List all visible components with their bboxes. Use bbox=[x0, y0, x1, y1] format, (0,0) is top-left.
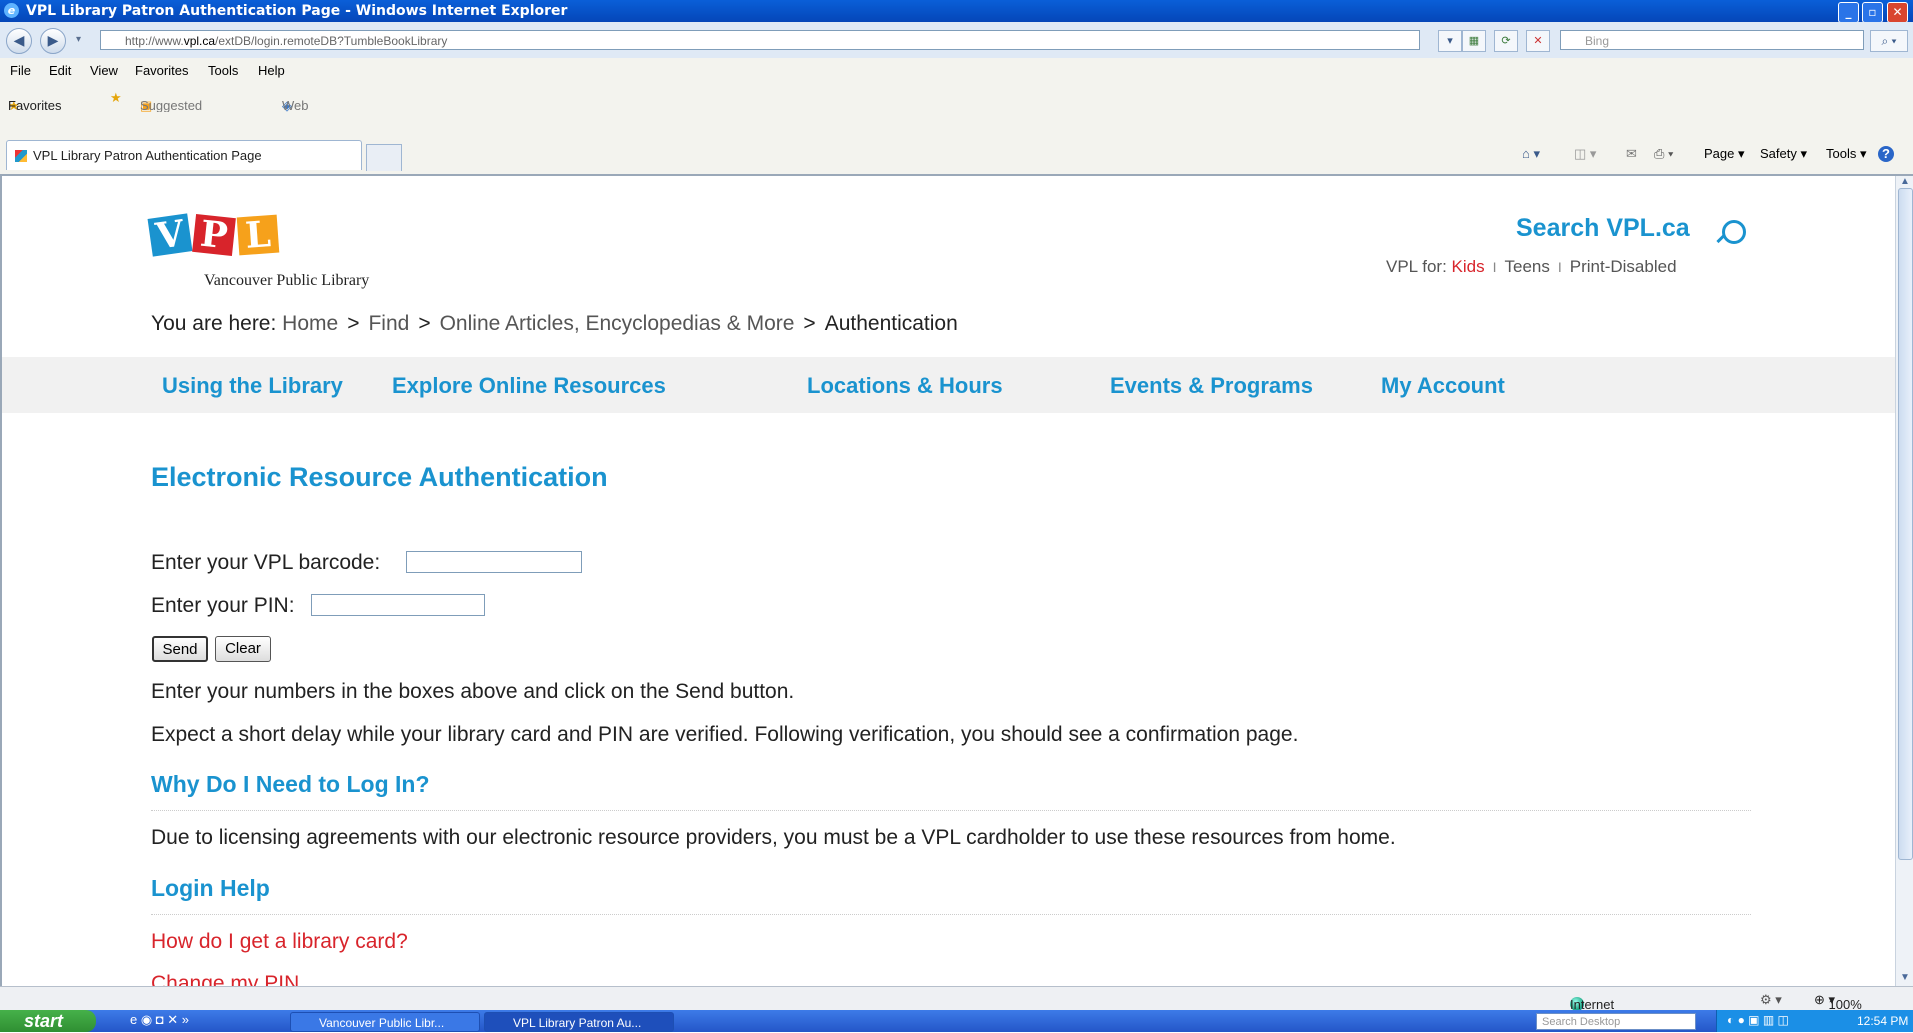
divider bbox=[151, 810, 1751, 811]
nav-events-programs[interactable]: Events & Programs bbox=[1110, 373, 1313, 399]
address-dropdown-button[interactable]: ▾ bbox=[1438, 30, 1462, 52]
windows-taskbar: start e ◉ ◘ ✕ » Vancouver Public Libr...… bbox=[0, 1010, 1913, 1032]
nav-using-the-library[interactable]: Using the Library bbox=[162, 373, 343, 399]
instruction-text-2: Expect a short delay while your library … bbox=[151, 723, 1299, 746]
vpl-for-links: VPL for: Kids I Teens I Print-Disabled bbox=[1386, 257, 1677, 277]
separator: I bbox=[1492, 259, 1497, 275]
breadcrumb: You are here: Home > Find > Online Articles,… bbox=[151, 312, 958, 336]
why-login-heading: Why Do I Need to Log In? bbox=[151, 771, 430, 797]
window-titlebar: e VPL Library Patron Authentication Page… bbox=[0, 0, 1913, 23]
taskbar-item-vancouver-public-library[interactable]: Vancouver Public Libr... bbox=[290, 1012, 480, 1032]
vpl-for-label: VPL for: bbox=[1386, 257, 1447, 276]
address-input[interactable]: http://www.vpl.ca/extDB/login.remoteDB?T… bbox=[100, 30, 1420, 50]
send-button[interactable]: Send bbox=[152, 636, 208, 662]
back-button[interactable]: ◀ bbox=[6, 28, 32, 54]
menu-edit[interactable]: Edit bbox=[49, 63, 71, 78]
page-menu[interactable]: Page ▾ bbox=[1704, 146, 1745, 162]
menu-bar: File Edit View Favorites Tools Help bbox=[0, 58, 1913, 83]
minimize-button[interactable]: _ bbox=[1838, 2, 1859, 23]
main-nav: Using the Library Explore Online Resourc… bbox=[2, 357, 1895, 413]
ie-logo-icon: e bbox=[4, 3, 19, 18]
barcode-input[interactable] bbox=[406, 551, 582, 573]
maximize-button[interactable]: ▫ bbox=[1862, 2, 1883, 23]
breadcrumb-home[interactable]: Home bbox=[282, 312, 338, 335]
menu-tools[interactable]: Tools bbox=[208, 63, 238, 78]
why-login-text: Due to licensing agreements with our ele… bbox=[151, 826, 1396, 849]
nav-explore-online-resources[interactable]: Explore Online Resources bbox=[392, 373, 666, 399]
clear-button[interactable]: Clear bbox=[215, 636, 271, 662]
kids-link[interactable]: Kids bbox=[1452, 257, 1485, 276]
scroll-thumb[interactable] bbox=[1898, 188, 1913, 860]
menu-help[interactable]: Help bbox=[258, 63, 285, 78]
divider bbox=[151, 914, 1751, 915]
start-button[interactable]: start bbox=[0, 1010, 96, 1032]
search-button[interactable]: ⌕ ▾ bbox=[1870, 30, 1908, 52]
forward-button[interactable]: ▶ bbox=[40, 28, 66, 54]
clock: 12:54 PM bbox=[1857, 1014, 1909, 1028]
favorites-bar: ★ Favorites ★ ▣ Suggested Sites ▾ ◈ Web … bbox=[0, 82, 1913, 158]
breadcrumb-separator: > bbox=[803, 312, 816, 335]
desktop-search-input[interactable]: Search Desktop bbox=[1536, 1013, 1696, 1030]
system-tray: ◐ ● ▣ ▥ ◫ 12:54 PM bbox=[1716, 1010, 1913, 1032]
safety-menu[interactable]: Safety ▾ bbox=[1760, 146, 1807, 162]
new-tab-button[interactable] bbox=[366, 144, 402, 171]
pin-input[interactable] bbox=[311, 594, 485, 616]
menu-favorites[interactable]: Favorites bbox=[135, 63, 188, 78]
refresh-icon[interactable]: ⟳ bbox=[1494, 30, 1518, 52]
address-toolbar: ◀ ▶ ▾ http://www.vpl.ca/extDB/login.remo… bbox=[0, 22, 1913, 59]
tab-bar: VPL Library Patron Authentication Page ⌂… bbox=[0, 112, 1913, 176]
compatibility-view-icon[interactable]: ▦ bbox=[1462, 30, 1486, 52]
breadcrumb-separator: > bbox=[347, 312, 360, 335]
menu-file[interactable]: File bbox=[10, 63, 31, 78]
add-favorites-icon[interactable]: ★ bbox=[110, 90, 122, 106]
tray-icons[interactable]: ◐ ● ▣ ▥ ◫ bbox=[1727, 1013, 1789, 1027]
teens-link[interactable]: Teens bbox=[1505, 257, 1550, 276]
change-pin-link[interactable]: Change my PIN bbox=[151, 972, 299, 986]
protected-mode-icon[interactable]: ⚙ ▾ bbox=[1760, 992, 1782, 1008]
window-title: VPL Library Patron Authentication Page -… bbox=[26, 3, 568, 19]
magnifier-icon[interactable] bbox=[1722, 220, 1746, 244]
breadcrumb-separator: > bbox=[418, 312, 431, 335]
quick-launch-icons[interactable]: e ◉ ◘ ✕ » bbox=[130, 1012, 189, 1028]
nav-locations-hours[interactable]: Locations & Hours bbox=[807, 373, 1003, 399]
logo-letter-p: P bbox=[192, 213, 236, 257]
breadcrumb-prefix: You are here: bbox=[151, 312, 277, 335]
read-mail-icon[interactable]: ✉ bbox=[1626, 146, 1637, 162]
search-input[interactable]: Bing bbox=[1560, 30, 1864, 50]
print-disabled-link[interactable]: Print-Disabled bbox=[1570, 257, 1677, 276]
instruction-text-1: Enter your numbers in the boxes above an… bbox=[151, 680, 795, 703]
logo-subtitle: Vancouver Public Library bbox=[204, 272, 370, 289]
print-icon[interactable]: ⎙ ▾ bbox=[1654, 146, 1673, 162]
home-icon[interactable]: ⌂ ▾ bbox=[1522, 146, 1540, 162]
get-library-card-link[interactable]: How do I get a library card? bbox=[151, 930, 408, 954]
tab-vpl-authentication[interactable]: VPL Library Patron Authentication Page bbox=[6, 140, 362, 170]
feeds-icon[interactable]: ◫ ▾ bbox=[1574, 146, 1596, 162]
page-title: Electronic Resource Authentication bbox=[151, 462, 608, 492]
page-viewport bbox=[0, 176, 1895, 986]
scroll-down-arrow[interactable]: ▼ bbox=[1896, 972, 1913, 984]
menu-view[interactable]: View bbox=[90, 63, 118, 78]
separator: I bbox=[1557, 259, 1562, 275]
recent-pages-dropdown[interactable]: ▾ bbox=[76, 34, 81, 45]
zoom-level[interactable]: ⊕ 100% ▾ bbox=[1814, 992, 1862, 1012]
logo-letter-v: V bbox=[147, 212, 193, 258]
tools-menu[interactable]: Tools ▾ bbox=[1826, 146, 1867, 162]
page-scrollbar[interactable]: ▲ ▼ bbox=[1895, 176, 1913, 986]
logo-letter-l: L bbox=[236, 213, 280, 257]
help-icon[interactable]: ? bbox=[1878, 146, 1894, 162]
pin-label: Enter your PIN: bbox=[151, 594, 295, 617]
breadcrumb-current: Authentication bbox=[824, 312, 958, 335]
scroll-up-arrow[interactable]: ▲ bbox=[1896, 176, 1913, 188]
barcode-label: Enter your VPL barcode: bbox=[151, 551, 381, 574]
login-help-heading: Login Help bbox=[151, 875, 270, 901]
stop-icon[interactable]: ✕ bbox=[1526, 30, 1550, 52]
tab-favicon-icon bbox=[15, 150, 27, 162]
breadcrumb-online-articles[interactable]: Online Articles, Encyclopedias & More bbox=[440, 312, 795, 335]
nav-my-account[interactable]: My Account bbox=[1381, 373, 1505, 399]
status-bar: Internet ⚙ ▾ ⊕ 100% ▾ bbox=[0, 986, 1913, 1012]
search-vpl-link[interactable]: Search VPL.ca bbox=[1516, 214, 1690, 243]
taskbar-item-vpl-patron-auth[interactable]: VPL Library Patron Au... bbox=[484, 1012, 674, 1032]
close-button[interactable]: ✕ bbox=[1887, 2, 1908, 23]
breadcrumb-find[interactable]: Find bbox=[368, 312, 409, 335]
